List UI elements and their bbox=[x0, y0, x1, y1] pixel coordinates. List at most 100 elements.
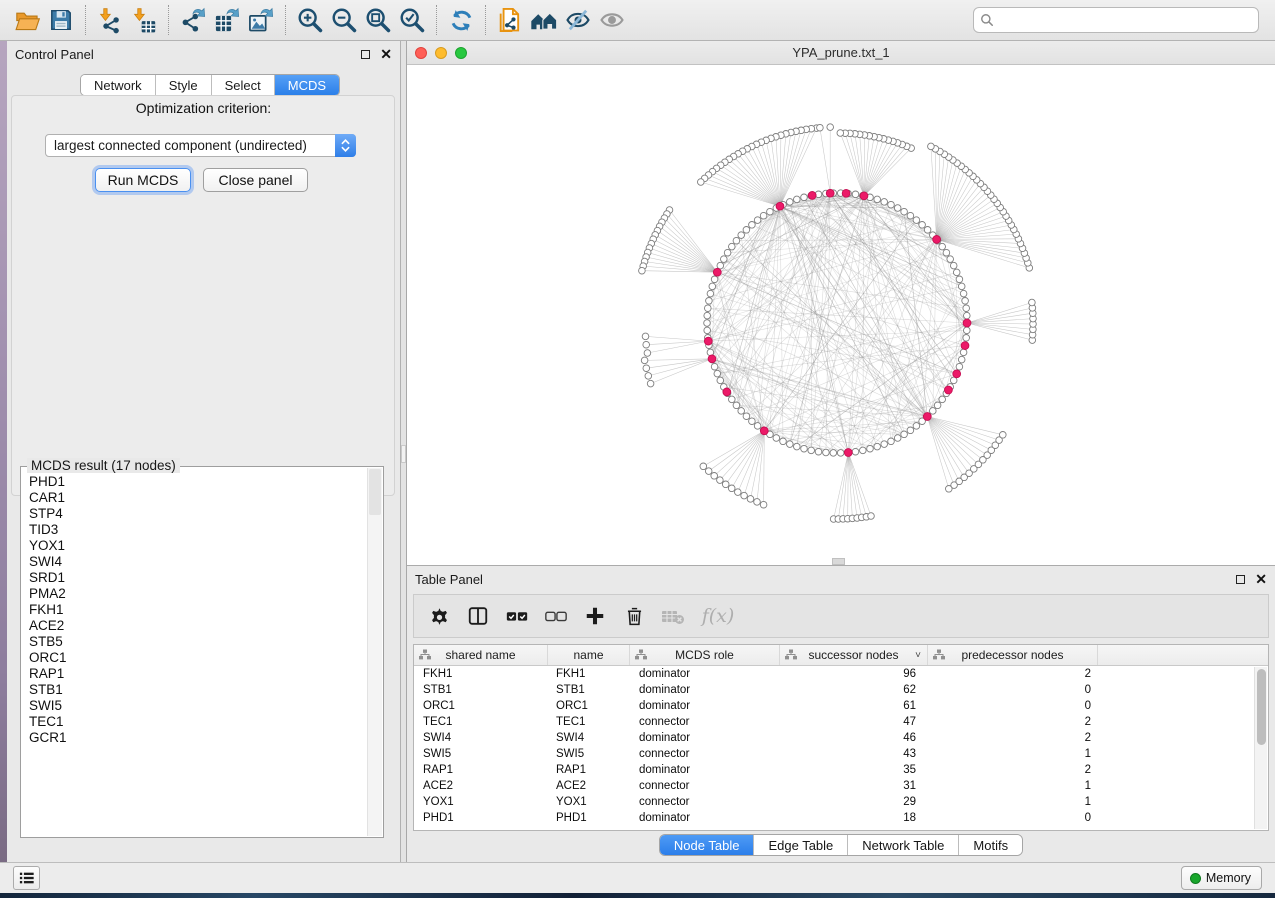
selected-option-text: largest connected component (undirected) bbox=[46, 138, 335, 153]
clone-network-button[interactable] bbox=[493, 3, 527, 37]
footer-tab-node-table[interactable]: Node Table bbox=[660, 835, 755, 855]
mcds-list-scrollbar[interactable] bbox=[367, 468, 382, 836]
tab-mcds[interactable]: MCDS bbox=[275, 75, 339, 95]
horizontal-splitter-grip[interactable] bbox=[832, 558, 845, 565]
mcds-node-item[interactable]: TEC1 bbox=[29, 714, 367, 730]
table-footer-tabs: Node TableEdge TableNetwork TableMotifs bbox=[407, 834, 1275, 856]
float-panel-icon[interactable] bbox=[361, 50, 370, 59]
close-panel-icon[interactable]: ✕ bbox=[380, 49, 392, 59]
graphics-details-icon bbox=[564, 6, 592, 34]
select-all-columns-button[interactable] bbox=[504, 603, 530, 629]
column-header-name[interactable]: name bbox=[548, 645, 630, 665]
mcds-node-item[interactable]: CAR1 bbox=[29, 490, 367, 506]
memory-button[interactable]: Memory bbox=[1181, 866, 1262, 890]
plus-icon bbox=[584, 605, 606, 627]
show-hide-button[interactable] bbox=[595, 3, 629, 37]
table-cell: 0 bbox=[928, 812, 1098, 824]
table-row[interactable]: SWI4SWI4dominator462 bbox=[414, 730, 1254, 746]
table-row[interactable]: SWI5SWI5connector431 bbox=[414, 746, 1254, 762]
table-row[interactable]: RAP1RAP1dominator352 bbox=[414, 762, 1254, 778]
column-header-shared-name[interactable]: shared name bbox=[414, 645, 548, 665]
zoom-selected-button[interactable] bbox=[395, 3, 429, 37]
footer-tab-network-table[interactable]: Network Table bbox=[848, 835, 959, 855]
save-session-button[interactable] bbox=[44, 3, 78, 37]
mcds-node-item[interactable]: STB5 bbox=[29, 634, 367, 650]
export-network-button[interactable] bbox=[176, 3, 210, 37]
home-layout-button[interactable] bbox=[527, 3, 561, 37]
network-canvas[interactable] bbox=[407, 65, 1275, 565]
mcds-node-item[interactable]: FKH1 bbox=[29, 602, 367, 618]
table-settings-button[interactable] bbox=[426, 603, 452, 629]
mcds-node-item[interactable]: ORC1 bbox=[29, 650, 367, 666]
function-builder-button[interactable]: f(x) bbox=[699, 603, 737, 629]
zoom-out-button[interactable] bbox=[327, 3, 361, 37]
mcds-node-item[interactable]: YOX1 bbox=[29, 538, 367, 554]
table-row[interactable]: YOX1YOX1connector291 bbox=[414, 794, 1254, 810]
refresh-button[interactable] bbox=[444, 3, 478, 37]
table-row[interactable]: PHD1PHD1dominator180 bbox=[414, 810, 1254, 826]
open-file-button[interactable] bbox=[10, 3, 44, 37]
mcds-node-item[interactable]: SWI4 bbox=[29, 554, 367, 570]
table-cell: dominator bbox=[630, 684, 780, 696]
export-table-button[interactable] bbox=[210, 3, 244, 37]
search-box[interactable] bbox=[973, 7, 1259, 33]
vertical-splitter[interactable] bbox=[400, 41, 407, 862]
control-panel-title: Control Panel bbox=[15, 47, 94, 62]
export-image-button[interactable] bbox=[244, 3, 278, 37]
close-panel-icon[interactable]: ✕ bbox=[1255, 574, 1267, 584]
fx-icon: f(x) bbox=[702, 605, 735, 627]
trash-icon bbox=[624, 606, 645, 627]
create-column-button[interactable] bbox=[582, 603, 608, 629]
zoom-fit-button[interactable] bbox=[361, 3, 395, 37]
graphics-details-button[interactable] bbox=[561, 3, 595, 37]
tab-network[interactable]: Network bbox=[81, 75, 156, 95]
splitter-grip[interactable] bbox=[401, 445, 406, 463]
table-scrollbar[interactable] bbox=[1254, 667, 1267, 829]
footer-tab-motifs[interactable]: Motifs bbox=[959, 835, 1022, 855]
import-table-button[interactable] bbox=[127, 3, 161, 37]
export-network-icon bbox=[179, 6, 207, 34]
table-scrollbar-thumb[interactable] bbox=[1257, 669, 1266, 745]
table-row[interactable]: STB1STB1dominator620 bbox=[414, 682, 1254, 698]
column-header-predecessor-nodes[interactable]: predecessor nodes bbox=[928, 645, 1098, 665]
delete-table-button[interactable] bbox=[660, 603, 686, 629]
search-input[interactable] bbox=[998, 13, 1252, 28]
mcds-node-item[interactable]: ACE2 bbox=[29, 618, 367, 634]
mcds-node-item[interactable]: PHD1 bbox=[29, 474, 367, 490]
mcds-node-item[interactable]: STP4 bbox=[29, 506, 367, 522]
tab-select[interactable]: Select bbox=[212, 75, 275, 95]
import-table-icon bbox=[131, 7, 158, 34]
table-row[interactable]: ACE2ACE2connector311 bbox=[414, 778, 1254, 794]
table-cell: dominator bbox=[630, 764, 780, 776]
table-row[interactable]: FKH1FKH1dominator962 bbox=[414, 666, 1254, 682]
column-header-MCDS-role[interactable]: MCDS role bbox=[630, 645, 780, 665]
table-cell: STB1 bbox=[414, 684, 548, 696]
footer-tab-edge-table[interactable]: Edge Table bbox=[754, 835, 848, 855]
network-titlebar[interactable]: YPA_prune.txt_1 bbox=[407, 41, 1275, 65]
float-panel-icon[interactable] bbox=[1236, 575, 1245, 584]
close-panel-button[interactable]: Close panel bbox=[203, 168, 308, 192]
optimization-criterion-select[interactable]: largest connected component (undirected) bbox=[45, 134, 356, 157]
delete-column-button[interactable] bbox=[621, 603, 647, 629]
mcds-node-item[interactable]: TID3 bbox=[29, 522, 367, 538]
table-cell: 2 bbox=[928, 732, 1098, 744]
mcds-node-item[interactable]: PMA2 bbox=[29, 586, 367, 602]
shared-column-icon bbox=[785, 649, 797, 660]
mcds-node-item[interactable]: GCR1 bbox=[29, 730, 367, 746]
import-network-button[interactable] bbox=[93, 3, 127, 37]
deselect-all-columns-button[interactable] bbox=[543, 603, 569, 629]
mcds-node-item[interactable]: STB1 bbox=[29, 682, 367, 698]
toggle-panes-button[interactable] bbox=[465, 603, 491, 629]
mcds-node-item[interactable]: SWI5 bbox=[29, 698, 367, 714]
mcds-node-item[interactable]: SRD1 bbox=[29, 570, 367, 586]
task-history-button[interactable] bbox=[13, 866, 40, 890]
table-row[interactable]: TEC1TEC1connector472 bbox=[414, 714, 1254, 730]
mcds-result-list[interactable]: PHD1CAR1STP4TID3YOX1SWI4SRD1PMA2FKH1ACE2… bbox=[22, 468, 367, 836]
mcds-node-item[interactable]: RAP1 bbox=[29, 666, 367, 682]
zoom-in-button[interactable] bbox=[293, 3, 327, 37]
run-mcds-button[interactable]: Run MCDS bbox=[95, 168, 191, 192]
column-header-successor-nodes[interactable]: successor nodes˅ bbox=[780, 645, 928, 665]
shared-column-icon bbox=[635, 649, 647, 660]
tab-style[interactable]: Style bbox=[156, 75, 212, 95]
table-row[interactable]: ORC1ORC1dominator610 bbox=[414, 698, 1254, 714]
